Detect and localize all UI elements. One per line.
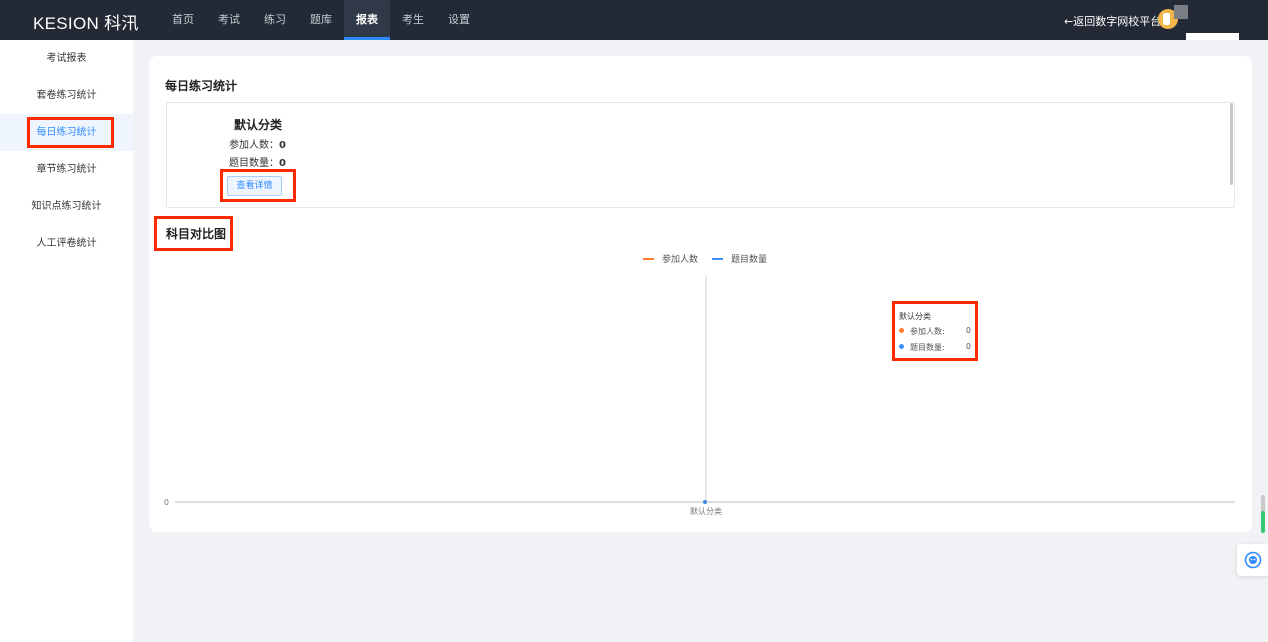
sidebar-item-manual-grading-stats[interactable]: 人工评卷统计 <box>0 225 133 262</box>
nav-students[interactable]: 考生 <box>390 0 436 40</box>
page-title: 每日练习统计 <box>165 79 238 93</box>
legend-label: 参加人数 <box>662 255 699 265</box>
nav-practice[interactable]: 练习 <box>252 0 298 40</box>
chart-tooltip: 默认分类 参加人数: 0 题目数量: 0 <box>892 301 978 361</box>
sidebar-item-exam-report[interactable]: 考试报表 <box>0 40 133 77</box>
sidebar: 考试报表 套卷练习统计 每日练习统计 章节练习统计 知识点练习统计 人工评卷统计 <box>0 40 133 642</box>
participants-row: 参加人数：0 <box>229 136 286 151</box>
sidebar-item-daily-practice-stats[interactable]: 每日练习统计 <box>0 114 133 151</box>
data-point-questions[interactable] <box>703 500 707 504</box>
highlight-box <box>220 169 296 202</box>
page-scrollbar[interactable] <box>1261 495 1265 533</box>
nav-reports[interactable]: 报表 <box>344 0 390 40</box>
series-dot <box>899 344 904 349</box>
legend-item-questions[interactable]: 题目数量 <box>712 252 767 265</box>
main-nav: 首页 考试 练习 题库 报表 考生 设置 <box>160 0 482 40</box>
participants-label: 参加人数： <box>229 140 279 151</box>
series-dot <box>899 328 904 333</box>
tooltip-row: 题目数量: 0 <box>899 342 971 353</box>
comparison-chart[interactable]: 0 默认分类 <box>149 266 1252 526</box>
tooltip-label: 参加人数: <box>910 327 945 336</box>
logo[interactable]: KESION 科汛 <box>33 9 139 34</box>
back-to-platform-link[interactable]: ←返回数字网校平台 <box>1064 13 1161 29</box>
customer-service-button[interactable] <box>1237 544 1268 576</box>
panel-scrollbar[interactable] <box>1230 103 1233 185</box>
questions-row: 题目数量：0 <box>229 154 286 169</box>
legend-item-participants[interactable]: 参加人数 <box>643 252 698 265</box>
legend-swatch <box>712 257 723 260</box>
nav-home[interactable]: 首页 <box>160 0 206 40</box>
sidebar-item-paper-practice-stats[interactable]: 套卷练习统计 <box>0 77 133 114</box>
x-tick-label: 默认分类 <box>690 506 722 516</box>
tooltip-title: 默认分类 <box>899 312 931 321</box>
tooltip-value: 0 <box>965 342 971 351</box>
questions-value: 0 <box>279 158 286 169</box>
nav-exam[interactable]: 考试 <box>206 0 252 40</box>
highlight-box <box>154 216 233 251</box>
sidebar-item-knowledge-practice-stats[interactable]: 知识点练习统计 <box>0 188 133 225</box>
tooltip-label: 题目数量: <box>910 343 945 352</box>
category-panel: 默认分类 参加人数：0 题目数量：0 查看详情 <box>166 102 1235 208</box>
user-dropdown <box>1186 33 1239 40</box>
y-tick-label: 0 <box>164 498 169 507</box>
questions-label: 题目数量： <box>229 158 279 169</box>
legend-swatch <box>643 257 654 260</box>
nav-settings[interactable]: 设置 <box>436 0 482 40</box>
tooltip-value: 0 <box>965 326 971 335</box>
top-navigation-bar: KESION 科汛 首页 考试 练习 题库 报表 考生 设置 ←返回数字网校平台 <box>0 0 1268 40</box>
highlight-box <box>27 117 114 148</box>
nav-question-bank[interactable]: 题库 <box>298 0 344 40</box>
participants-value: 0 <box>279 140 286 151</box>
chat-icon <box>1244 551 1261 569</box>
tooltip-row: 参加人数: 0 <box>899 326 971 337</box>
user-menu-toggle[interactable] <box>1174 5 1188 19</box>
legend-label: 题目数量 <box>731 255 768 265</box>
main-card: 每日练习统计 默认分类 参加人数：0 题目数量：0 查看详情 科目对比图 参加人… <box>149 56 1252 532</box>
sidebar-item-chapter-practice-stats[interactable]: 章节练习统计 <box>0 151 133 188</box>
category-name: 默认分类 <box>234 118 283 132</box>
